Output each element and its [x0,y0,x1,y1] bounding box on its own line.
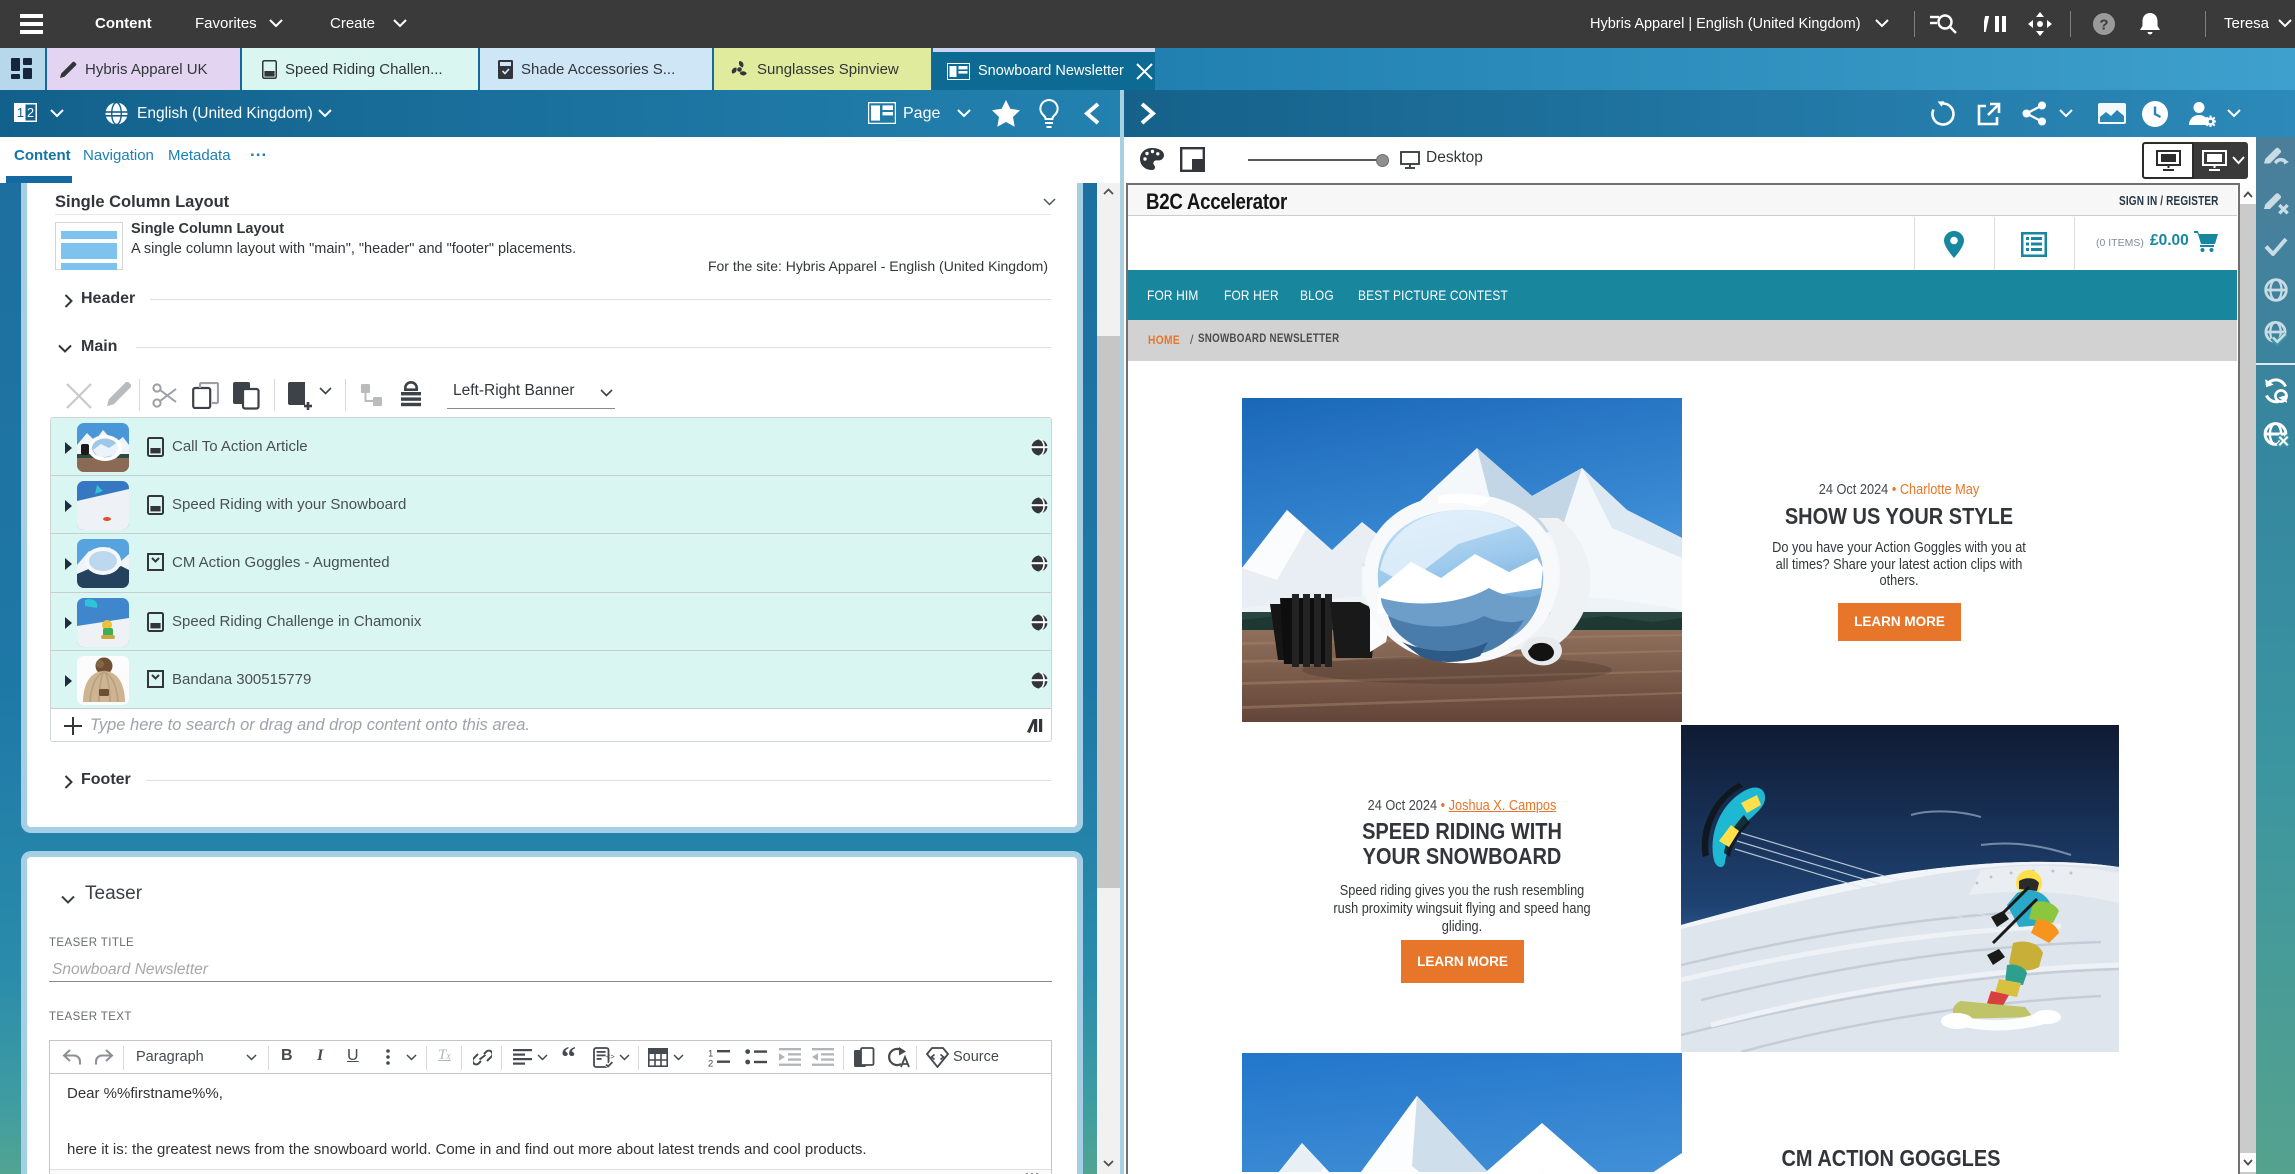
svg-text:1: 1 [17,105,24,120]
svg-text:2: 2 [27,105,34,120]
svg-text:<>: <> [606,1052,615,1061]
svg-text:?: ? [2099,17,2108,34]
svg-text:2: 2 [708,1059,713,1068]
